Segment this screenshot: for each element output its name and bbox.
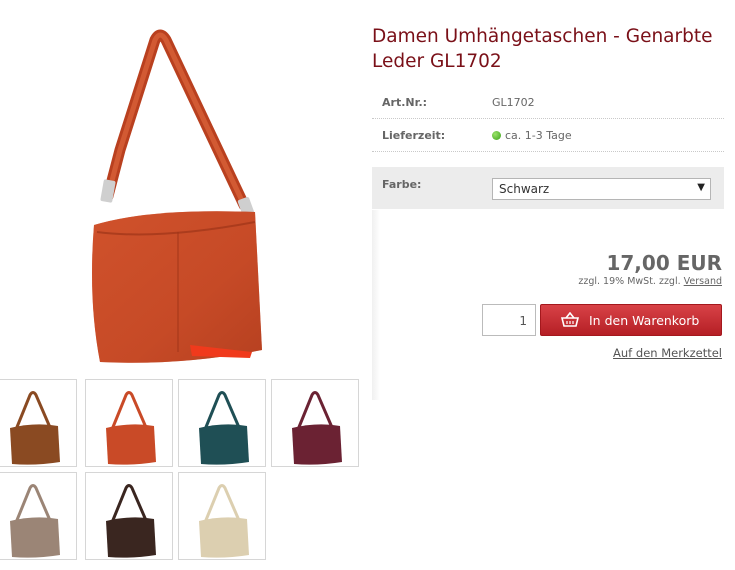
bag-thumbnail-icon	[199, 484, 249, 558]
chevron-down-icon: ▼	[697, 182, 705, 193]
color-label: Farbe:	[382, 178, 422, 191]
thumbnail-brown[interactable]	[0, 379, 77, 467]
bag-thumbnail-icon	[10, 484, 60, 558]
thumbnail-taupe[interactable]	[0, 472, 77, 560]
product-title: Damen Umhängetaschen - Genarbte Leder GL…	[372, 26, 713, 72]
thumbnail-beige[interactable]	[178, 472, 266, 560]
delivery-time-value: ca. 1-3 Tage	[505, 129, 572, 142]
main-product-image[interactable]	[0, 0, 372, 372]
bag-thumbnail-icon	[106, 484, 156, 558]
add-to-cart-button[interactable]: In den Warenkorb	[540, 304, 722, 336]
product-attributes: Art.Nr.: GL1702 Lieferzeit: ca. 1-3 Tage	[372, 86, 724, 152]
color-option-box: Farbe: Schwarz ▼	[372, 167, 724, 209]
availability-status-icon	[492, 131, 501, 140]
quantity-input[interactable]: 1	[482, 304, 536, 336]
bag-thumbnail-icon	[199, 391, 249, 465]
article-number-label: Art.Nr.:	[382, 96, 428, 109]
divider-shadow	[372, 210, 380, 400]
delivery-time-value-wrap: ca. 1-3 Tage	[492, 129, 572, 142]
color-select-value: Schwarz	[499, 182, 550, 196]
thumbnail-orange[interactable]	[85, 379, 173, 467]
shipping-link[interactable]: Versand	[684, 276, 722, 287]
article-number-value: GL1702	[492, 96, 535, 109]
basket-icon	[561, 312, 579, 327]
bag-thumbnail-icon	[292, 391, 342, 465]
tax-note: zzgl. 19% MwSt. zzgl. Versand	[480, 276, 722, 287]
add-to-cart-label: In den Warenkorb	[589, 313, 700, 328]
thumbnail-burgundy[interactable]	[271, 379, 359, 467]
bag-illustration	[92, 29, 262, 363]
delivery-time-row: Lieferzeit: ca. 1-3 Tage	[372, 119, 724, 152]
bag-thumbnail-icon	[106, 391, 156, 465]
thumbnail-teal[interactable]	[178, 379, 266, 467]
thumbnail-dark-brown[interactable]	[85, 472, 173, 560]
product-price: 17,00 EUR	[606, 251, 722, 275]
color-select[interactable]: Schwarz ▼	[492, 178, 711, 200]
delivery-time-label: Lieferzeit:	[382, 129, 446, 142]
bag-thumbnail-icon	[10, 391, 60, 465]
wishlist-link[interactable]: Auf den Merkzettel	[560, 346, 722, 360]
article-number-row: Art.Nr.: GL1702	[372, 86, 724, 119]
tax-text: zzgl. 19% MwSt. zzgl.	[578, 276, 681, 287]
